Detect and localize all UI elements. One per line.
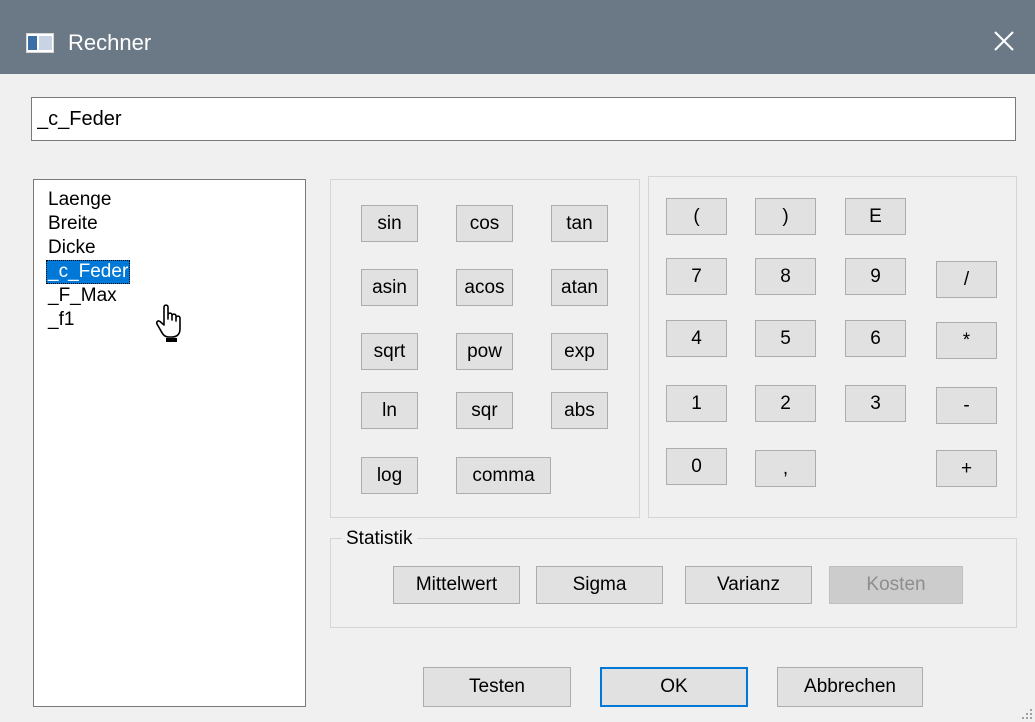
tan-button[interactable]: tan bbox=[551, 205, 608, 242]
add-button[interactable]: + bbox=[936, 450, 997, 487]
variable-item-c-feder[interactable]: _c_Feder bbox=[34, 260, 305, 284]
hand-pointer-icon bbox=[155, 304, 181, 342]
variable-item-label: _F_Max bbox=[48, 285, 117, 306]
sigma-button[interactable]: Sigma bbox=[536, 566, 663, 604]
log-button[interactable]: log bbox=[361, 457, 418, 494]
title-bar[interactable]: Rechner bbox=[0, 0, 1035, 74]
app-window-icon bbox=[26, 33, 54, 53]
left-paren-button[interactable]: ( bbox=[666, 198, 727, 235]
digit-1-button[interactable]: 1 bbox=[666, 385, 727, 422]
statistik-group-label: Statistik bbox=[342, 528, 417, 550]
variable-item-label: Dicke bbox=[48, 237, 96, 258]
variable-item-dicke[interactable]: Dicke bbox=[34, 236, 305, 260]
digit-6-button[interactable]: 6 bbox=[845, 320, 906, 357]
variable-item-label: _f1 bbox=[48, 309, 75, 330]
asin-button[interactable]: asin bbox=[361, 269, 418, 306]
variable-item-breite[interactable]: Breite bbox=[34, 212, 305, 236]
digit-0-button[interactable]: 0 bbox=[666, 448, 727, 485]
comma-button[interactable]: comma bbox=[456, 457, 551, 494]
pow-button[interactable]: pow bbox=[456, 333, 513, 370]
mittelwert-button[interactable]: Mittelwert bbox=[393, 566, 520, 604]
window-title: Rechner bbox=[68, 30, 152, 55]
digit-7-button[interactable]: 7 bbox=[666, 258, 727, 295]
subtract-button[interactable]: - bbox=[936, 387, 997, 424]
sin-button[interactable]: sin bbox=[361, 205, 418, 242]
digit-8-button[interactable]: 8 bbox=[755, 258, 816, 295]
cos-button[interactable]: cos bbox=[456, 205, 513, 242]
digit-3-button[interactable]: 3 bbox=[845, 385, 906, 422]
variable-item-laenge[interactable]: Laenge bbox=[34, 188, 305, 212]
atan-button[interactable]: atan bbox=[551, 269, 608, 306]
calculator-dialog: Rechner Laenge Breite Dicke _c_Feder _F_… bbox=[0, 0, 1035, 722]
kosten-button: Kosten bbox=[829, 566, 963, 604]
sqrt-button[interactable]: sqrt bbox=[361, 333, 418, 370]
close-button[interactable] bbox=[987, 24, 1021, 58]
close-icon bbox=[994, 31, 1014, 51]
divide-button[interactable]: / bbox=[936, 261, 997, 298]
digit-5-button[interactable]: 5 bbox=[755, 320, 816, 357]
multiply-button[interactable]: * bbox=[936, 322, 997, 359]
abbrechen-button[interactable]: Abbrechen bbox=[777, 667, 923, 707]
digit-9-button[interactable]: 9 bbox=[845, 258, 906, 295]
abs-button[interactable]: abs bbox=[551, 392, 608, 429]
ok-button[interactable]: OK bbox=[600, 667, 748, 707]
variable-item-label: Laenge bbox=[48, 189, 112, 210]
acos-button[interactable]: acos bbox=[456, 269, 513, 306]
right-paren-button[interactable]: ) bbox=[755, 198, 816, 235]
variable-list[interactable]: Laenge Breite Dicke _c_Feder _F_Max _f1 bbox=[33, 179, 306, 707]
decimal-button[interactable]: , bbox=[755, 450, 816, 487]
e-button[interactable]: E bbox=[845, 198, 906, 235]
variable-item-label: Breite bbox=[48, 213, 98, 234]
testen-button[interactable]: Testen bbox=[423, 667, 571, 707]
resize-grip-icon[interactable] bbox=[1021, 708, 1033, 720]
variable-item-label: _c_Feder bbox=[46, 260, 131, 284]
sqr-button[interactable]: sqr bbox=[456, 392, 513, 429]
varianz-button[interactable]: Varianz bbox=[685, 566, 812, 604]
digit-2-button[interactable]: 2 bbox=[755, 385, 816, 422]
exp-button[interactable]: exp bbox=[551, 333, 608, 370]
digit-4-button[interactable]: 4 bbox=[666, 320, 727, 357]
expression-input[interactable] bbox=[31, 97, 1016, 141]
ln-button[interactable]: ln bbox=[361, 392, 418, 429]
